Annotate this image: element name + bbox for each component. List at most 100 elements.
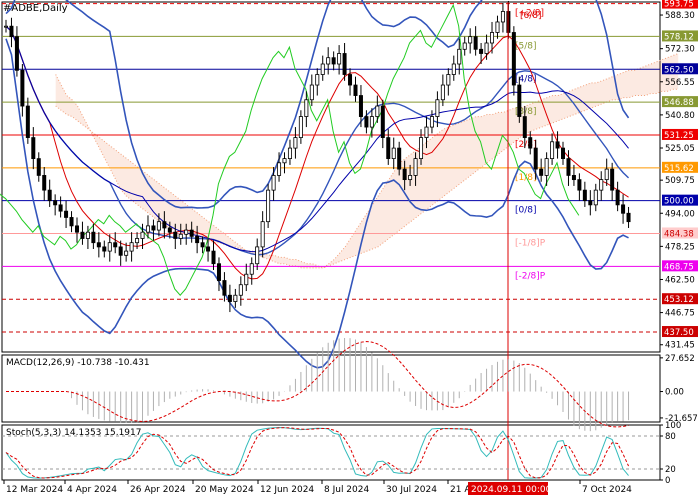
price-axis-tick-label: 462.50 <box>665 275 695 285</box>
candle-body <box>178 233 183 239</box>
stoch-axis-tick-label: 100 <box>665 421 681 431</box>
price-axis-tick-label: 572.30 <box>665 45 695 55</box>
murrey-level-label: [4/8] <box>515 74 537 84</box>
candle-body <box>31 137 36 160</box>
candle-body <box>561 147 566 160</box>
x-axis-tick-label: 4 Apr 2024 <box>67 485 117 495</box>
candle-body <box>550 141 555 160</box>
price-axis-tick-label: 556.55 <box>665 78 695 88</box>
candle-body <box>233 294 238 302</box>
candle-body <box>14 36 19 71</box>
candle-body <box>4 25 9 28</box>
candle-body <box>364 116 369 128</box>
candle-body <box>517 84 522 117</box>
candle-body <box>490 32 495 44</box>
candle-body <box>544 158 549 176</box>
candle-body <box>69 217 74 227</box>
candle-body <box>238 284 243 296</box>
candle-body <box>500 11 505 23</box>
candle-body <box>211 250 216 265</box>
period-label-6-8: [6/8] <box>520 11 542 21</box>
ichimoku-cloud <box>55 53 679 268</box>
candle-body <box>358 95 363 117</box>
candle-body <box>375 105 380 117</box>
price-tag-label: 593.75 <box>664 0 694 10</box>
price-axis-tick-label: 446.75 <box>665 309 695 319</box>
candle-body <box>522 116 527 138</box>
candle-body <box>167 227 172 233</box>
candle-body <box>189 229 194 237</box>
price-axis-tick-label: 494.00 <box>665 209 695 219</box>
candle-body <box>582 189 587 202</box>
x-axis-tick-label: 8 Jul 2024 <box>324 485 369 495</box>
price-tag-label: 453.12 <box>664 295 694 305</box>
candle-body <box>58 204 63 212</box>
candle-body <box>85 231 90 239</box>
candle-body <box>626 212 631 223</box>
chart-root: [+2/8] 593.75 [5/8] 578.12 [4/8] 562.50 [3/8] 5… <box>0 0 700 500</box>
candle-body <box>206 246 211 252</box>
candle-body <box>391 147 396 160</box>
candle-body <box>36 158 41 176</box>
candle-body <box>615 189 620 206</box>
candle-body <box>331 57 336 65</box>
candle-body <box>348 74 353 86</box>
candle-body <box>440 84 445 101</box>
candle-body <box>184 229 189 235</box>
candle-body <box>528 137 533 149</box>
price-tag-label: 437.50 <box>664 328 694 338</box>
candle-body <box>326 57 331 65</box>
candle-body <box>298 116 303 138</box>
macd-axis-tick-label: 27.652 <box>665 354 695 364</box>
price-tag-label: 515.62 <box>664 164 694 174</box>
candle-body <box>9 25 14 38</box>
candle-body <box>386 137 391 160</box>
candle-body <box>145 225 150 233</box>
candle-body <box>435 99 440 117</box>
price-tag-label: 546.88 <box>664 98 694 108</box>
candle-body <box>135 238 140 244</box>
price-axis-tick-label: 509.75 <box>665 176 695 186</box>
candle-body <box>255 246 260 265</box>
candle-body <box>413 158 418 176</box>
price-axis-tick-label: 478.25 <box>665 242 695 252</box>
candle-body <box>53 200 58 206</box>
candle-body <box>216 263 221 281</box>
murrey-level-label: [-2/8]P <box>515 271 546 281</box>
candle-body <box>293 137 298 149</box>
candle-body <box>260 221 265 248</box>
stoch-axis-tick-label: 0 <box>665 476 670 486</box>
candle-body <box>64 210 69 218</box>
candle-body <box>462 42 467 50</box>
price-axis-tick-label: 588.30 <box>665 11 695 21</box>
candle-body <box>397 147 402 170</box>
x-axis-tick-label: 7 Oct 2024 <box>582 485 632 495</box>
candle-body <box>124 250 129 256</box>
candle-body <box>173 231 178 239</box>
chart-svg: [+2/8]593.75[5/8]578.12[4/8]562.50[3/8]5… <box>0 0 698 495</box>
price-tag-label: 500.00 <box>664 197 694 207</box>
candle-body <box>315 74 320 86</box>
candle-body <box>495 21 500 33</box>
candle-body <box>244 273 249 286</box>
candle-body <box>511 32 516 86</box>
price-tag-label: 531.25 <box>664 131 694 141</box>
candle-body <box>484 42 489 54</box>
candle-body <box>113 242 118 248</box>
candle-body <box>42 175 47 191</box>
candle-body <box>424 126 429 138</box>
murrey-level-label: [2/8] <box>515 140 537 150</box>
candle-body <box>96 242 101 248</box>
candle-body <box>555 141 560 149</box>
candle-body <box>195 235 200 244</box>
murrey-level-label: [0/8] <box>515 206 537 216</box>
candle-body <box>200 242 205 248</box>
murrey-level-label: [1/8] <box>515 173 537 183</box>
candle-body <box>429 116 434 128</box>
murrey-level-label: [5/8] <box>515 41 537 51</box>
candle-body <box>566 158 571 176</box>
candle-body <box>156 221 161 231</box>
candle-body <box>539 168 544 176</box>
candle-body <box>162 221 167 229</box>
candle-body <box>369 116 374 128</box>
